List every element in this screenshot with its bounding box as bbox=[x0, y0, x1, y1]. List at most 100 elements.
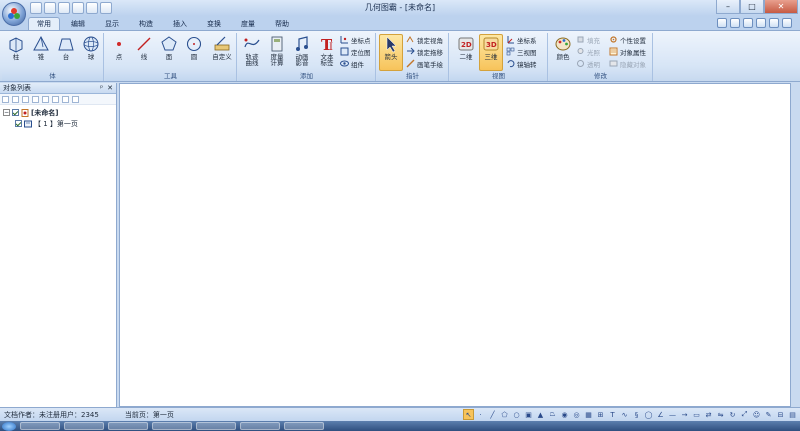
refresh-icon[interactable] bbox=[12, 95, 19, 103]
point-tool-icon[interactable]: · bbox=[475, 409, 486, 420]
application-orb-button[interactable] bbox=[2, 2, 26, 26]
ellipse-tool-icon[interactable]: ◯ bbox=[643, 409, 654, 420]
mirror-axis-rotate-button[interactable]: 镜轴转 bbox=[506, 58, 537, 69]
locate-figure-button[interactable]: 定位图 bbox=[340, 46, 371, 57]
three-views-button[interactable]: 三视图 bbox=[506, 46, 537, 57]
taskbar-item[interactable] bbox=[152, 422, 192, 430]
point-tool-button[interactable]: 点 bbox=[107, 35, 131, 61]
personal-settings-button[interactable]: 个性设置 bbox=[609, 34, 646, 45]
animation-media-button[interactable]: 动画 影音 bbox=[290, 35, 314, 66]
tree-root-node[interactable]: − [未命名] bbox=[3, 107, 116, 118]
tab-construct[interactable]: 构造 bbox=[130, 17, 162, 30]
circle-tool-icon[interactable]: ○ bbox=[511, 409, 522, 420]
expand-all-icon[interactable] bbox=[2, 95, 9, 103]
minimize-button[interactable]: – bbox=[716, 0, 740, 14]
cube-tool-icon[interactable]: ▣ bbox=[523, 409, 534, 420]
taskbar-item[interactable] bbox=[108, 422, 148, 430]
measure-tool-icon[interactable]: ⊞ bbox=[595, 409, 606, 420]
palette-tool-icon[interactable]: ▤ bbox=[787, 409, 798, 420]
sphere-button[interactable]: 球 bbox=[79, 35, 103, 61]
coordinate-system-button[interactable]: 坐标系 bbox=[506, 34, 537, 45]
tree-page-node[interactable]: 【 1 】第一页 bbox=[3, 118, 116, 129]
export-icon[interactable] bbox=[717, 18, 727, 28]
curve-tool-icon[interactable]: ∿ bbox=[619, 409, 630, 420]
custom-tool-button[interactable]: 自定义 bbox=[209, 35, 235, 61]
lock-view-button[interactable]: 锁定视角 bbox=[406, 34, 443, 45]
polygon-tool-button[interactable]: 面 bbox=[157, 35, 181, 61]
segment-tool-icon[interactable]: — bbox=[667, 409, 678, 420]
delete-icon[interactable] bbox=[72, 95, 79, 103]
lighting-button[interactable]: 光照 bbox=[576, 46, 600, 57]
bezier-tool-icon[interactable]: § bbox=[631, 409, 642, 420]
prism-button[interactable]: 柱 bbox=[4, 35, 28, 61]
move-down-icon[interactable] bbox=[32, 95, 39, 103]
circle-tool-button[interactable]: 圆 bbox=[182, 35, 206, 61]
text-tool-icon[interactable]: T bbox=[607, 409, 618, 420]
tab-transform[interactable]: 变换 bbox=[198, 17, 230, 30]
measure-calc-button[interactable]: 度量 计算 bbox=[265, 35, 289, 66]
view-3d-button[interactable]: 3D 三维 bbox=[479, 34, 503, 71]
frustum-button[interactable]: 台 bbox=[54, 35, 78, 61]
move-up-icon[interactable] bbox=[22, 95, 29, 103]
cone-tool-icon[interactable]: ▲ bbox=[535, 409, 546, 420]
pointer-arrow-tool-icon[interactable]: ↖ bbox=[463, 409, 474, 420]
tab-measure[interactable]: 度量 bbox=[232, 17, 264, 30]
collapse-toggle-icon[interactable]: − bbox=[3, 109, 10, 116]
start-button-icon[interactable] bbox=[2, 421, 16, 431]
locus-curve-button[interactable]: 轨迹 曲线 bbox=[240, 35, 264, 66]
line-tool-icon[interactable]: ╱ bbox=[487, 409, 498, 420]
pin-icon[interactable]: ᵖ bbox=[100, 84, 103, 92]
close-button[interactable]: ✕ bbox=[764, 0, 798, 14]
freehand-pen-button[interactable]: 画笔手绘 bbox=[406, 58, 443, 69]
mirror-tool-icon[interactable]: ⇋ bbox=[715, 409, 726, 420]
object-properties-button[interactable]: 对象属性 bbox=[609, 46, 646, 57]
frustum-tool-icon[interactable]: ⏢ bbox=[547, 409, 558, 420]
tab-edit[interactable]: 编辑 bbox=[62, 17, 94, 30]
vector-tool-icon[interactable]: → bbox=[679, 409, 690, 420]
smile-tool-icon[interactable]: ☺ bbox=[751, 409, 762, 420]
remove-icon[interactable] bbox=[52, 95, 59, 103]
transparency-button[interactable]: 透明 bbox=[576, 58, 600, 69]
grid-tool-icon[interactable]: ▦ bbox=[583, 409, 594, 420]
collapse-icon[interactable] bbox=[62, 95, 69, 103]
pyramid-button[interactable]: 锥 bbox=[29, 35, 53, 61]
scale-tool-icon[interactable]: ⤢ bbox=[739, 409, 750, 420]
fill-button[interactable]: 填充 bbox=[576, 34, 600, 45]
maximize-button[interactable]: □ bbox=[740, 0, 764, 14]
print-icon[interactable] bbox=[743, 18, 753, 28]
tab-insert[interactable]: 插入 bbox=[164, 17, 196, 30]
line-tool-button[interactable]: 线 bbox=[132, 35, 156, 61]
paint-tool-icon[interactable]: ✎ bbox=[763, 409, 774, 420]
import-icon[interactable] bbox=[730, 18, 740, 28]
root-visibility-checkbox[interactable] bbox=[12, 109, 19, 116]
hide-object-button[interactable]: 隐藏对象 bbox=[609, 58, 646, 69]
style-dropdown-icon[interactable] bbox=[769, 18, 779, 28]
help-icon[interactable] bbox=[782, 18, 792, 28]
panel-close-icon[interactable]: ✕ bbox=[107, 84, 113, 92]
transform-tool-icon[interactable]: ⇄ bbox=[703, 409, 714, 420]
component-button[interactable]: 组件 bbox=[340, 58, 364, 69]
add-page-icon[interactable] bbox=[42, 95, 49, 103]
color-button[interactable]: 颜色 bbox=[551, 35, 575, 61]
area-tool-icon[interactable]: ▭ bbox=[691, 409, 702, 420]
torus-tool-icon[interactable]: ◎ bbox=[571, 409, 582, 420]
tab-display[interactable]: 显示 bbox=[96, 17, 128, 30]
drawing-canvas[interactable] bbox=[119, 83, 791, 407]
lock-drag-button[interactable]: 锁定拖移 bbox=[406, 46, 443, 57]
tab-common[interactable]: 常用 bbox=[28, 17, 60, 30]
tab-help[interactable]: 帮助 bbox=[266, 17, 298, 30]
angle-tool-icon[interactable]: ∠ bbox=[655, 409, 666, 420]
page-visibility-checkbox[interactable] bbox=[15, 120, 22, 127]
coordinate-point-button[interactable]: 坐标点 bbox=[340, 34, 371, 45]
taskbar-item[interactable] bbox=[196, 422, 236, 430]
sphere-tool-icon[interactable]: ◉ bbox=[559, 409, 570, 420]
taskbar-item[interactable] bbox=[284, 422, 324, 430]
polygon-tool-icon[interactable]: ⬠ bbox=[499, 409, 510, 420]
view-2d-button[interactable]: 2D 二维 bbox=[454, 35, 478, 61]
page-setup-icon[interactable] bbox=[756, 18, 766, 28]
slider-tool-icon[interactable]: ⊟ bbox=[775, 409, 786, 420]
taskbar-item[interactable] bbox=[240, 422, 280, 430]
rotate-tool-icon[interactable]: ↻ bbox=[727, 409, 738, 420]
taskbar-item[interactable] bbox=[64, 422, 104, 430]
taskbar-item[interactable] bbox=[20, 422, 60, 430]
